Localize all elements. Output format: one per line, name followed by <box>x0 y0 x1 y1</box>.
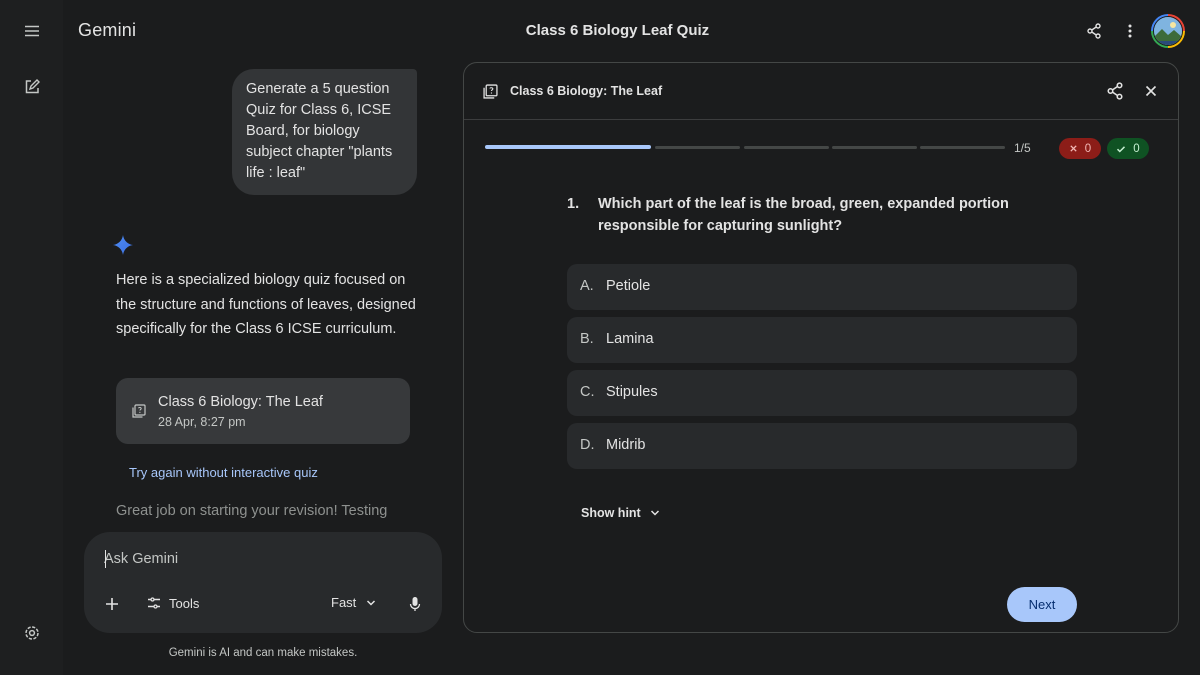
wrong-answers-badge: 0 <box>1059 138 1101 159</box>
quiz-card-date: 28 Apr, 8:27 pm <box>158 415 246 429</box>
share-conversation-button[interactable] <box>1083 20 1105 42</box>
more-options-button[interactable] <box>1119 20 1141 42</box>
question: 1. Which part of the leaf is the broad, … <box>567 193 1047 237</box>
progress-segment-3 <box>744 146 829 149</box>
model-response-text: Here is a specialized biology quiz focus… <box>116 272 416 337</box>
edit-square-icon <box>25 79 40 94</box>
chevron-down-icon <box>367 599 376 606</box>
correct-count: 0 <box>1133 142 1140 155</box>
close-panel-button[interactable] <box>1143 83 1159 99</box>
answer-option-d[interactable]: D. Midrib <box>567 423 1077 469</box>
check-icon <box>1117 145 1126 153</box>
side-rail <box>0 0 63 675</box>
correct-answers-badge: 0 <box>1107 138 1149 159</box>
gemini-spark-icon <box>113 235 133 255</box>
close-icon <box>1145 85 1157 97</box>
close-icon <box>1070 145 1077 152</box>
share-icon <box>1087 23 1101 39</box>
text-caret <box>105 550 106 568</box>
option-label: Stipules <box>606 384 658 400</box>
model-mode-selector[interactable]: Fast <box>331 595 376 610</box>
prompt-composer: Ask Gemini Tools Fast <box>84 532 442 633</box>
question-number: 1. <box>567 196 580 212</box>
show-hint-label: Show hint <box>581 506 641 520</box>
add-attachment-button[interactable] <box>102 594 122 614</box>
quiz-attachment-card[interactable]: Class 6 Biology: The Leaf 28 Apr, 8:27 p… <box>116 378 410 444</box>
ai-disclaimer: Gemini is AI and can make mistakes. <box>168 647 358 659</box>
followup-visible-text: Great job on starting your revision! Tes… <box>116 503 388 519</box>
quiz-progress-bar <box>485 145 1005 151</box>
option-letter: A. <box>580 278 594 294</box>
user-message-bubble: Generate a 5 question Quiz for Class 6, … <box>232 69 417 195</box>
microphone-icon <box>409 597 421 611</box>
answer-option-b[interactable]: B. Lamina <box>567 317 1077 363</box>
quiz-panel: Class 6 Biology: The Leaf 1/5 0 0 1. Whi… <box>463 62 1179 633</box>
question-text: Which part of the leaf is the broad, gre… <box>598 196 1009 234</box>
brand-logo[interactable]: Gemini <box>78 20 136 41</box>
option-letter: D. <box>580 437 595 453</box>
menu-button[interactable] <box>16 15 48 47</box>
next-button[interactable]: Next <box>1007 587 1077 622</box>
show-hint-button[interactable]: Show hint <box>581 506 660 520</box>
wrong-count: 0 <box>1084 142 1092 155</box>
avatar-image <box>1154 17 1182 45</box>
tools-button[interactable]: Tools <box>146 595 199 611</box>
menu-icon <box>25 25 39 37</box>
tools-label: Tools <box>169 595 200 611</box>
option-label: Lamina <box>606 331 654 347</box>
conversation-title: Class 6 Biology Leaf Quiz <box>525 22 710 39</box>
prompt-input[interactable]: Ask Gemini <box>104 551 178 567</box>
try-again-link[interactable]: Try again without interactive quiz <box>129 465 318 480</box>
answer-option-c[interactable]: C. Stipules <box>567 370 1077 416</box>
option-letter: C. <box>580 384 595 400</box>
option-label: Midrib <box>606 437 646 453</box>
quiz-card-title: Class 6 Biology: The Leaf <box>158 394 323 410</box>
quiz-icon <box>483 84 498 99</box>
quiz-panel-title: Class 6 Biology: The Leaf <box>510 84 663 98</box>
answer-option-a[interactable]: A. Petiole <box>567 264 1077 310</box>
question-counter: 1/5 <box>1014 141 1031 155</box>
progress-segment-2 <box>655 146 740 149</box>
gear-icon <box>25 626 39 640</box>
more-vert-icon <box>1128 24 1132 38</box>
share-icon <box>1107 82 1123 100</box>
chevron-down-icon <box>650 510 659 516</box>
share-quiz-button[interactable] <box>1106 82 1124 100</box>
model-mode-label: Fast <box>331 595 357 610</box>
progress-segment-5 <box>920 146 1005 149</box>
quiz-icon <box>132 404 146 418</box>
plus-icon <box>106 598 118 610</box>
settings-button[interactable] <box>16 617 48 649</box>
tune-icon <box>148 597 160 609</box>
progress-segment-1 <box>485 145 651 149</box>
microphone-button[interactable] <box>406 594 424 614</box>
progress-segment-4 <box>832 146 917 149</box>
option-label: Petiole <box>606 278 651 294</box>
quiz-panel-header: Class 6 Biology: The Leaf <box>464 63 1178 120</box>
avatar[interactable] <box>1151 14 1185 48</box>
option-letter: B. <box>580 331 594 347</box>
new-chat-button[interactable] <box>16 71 48 103</box>
